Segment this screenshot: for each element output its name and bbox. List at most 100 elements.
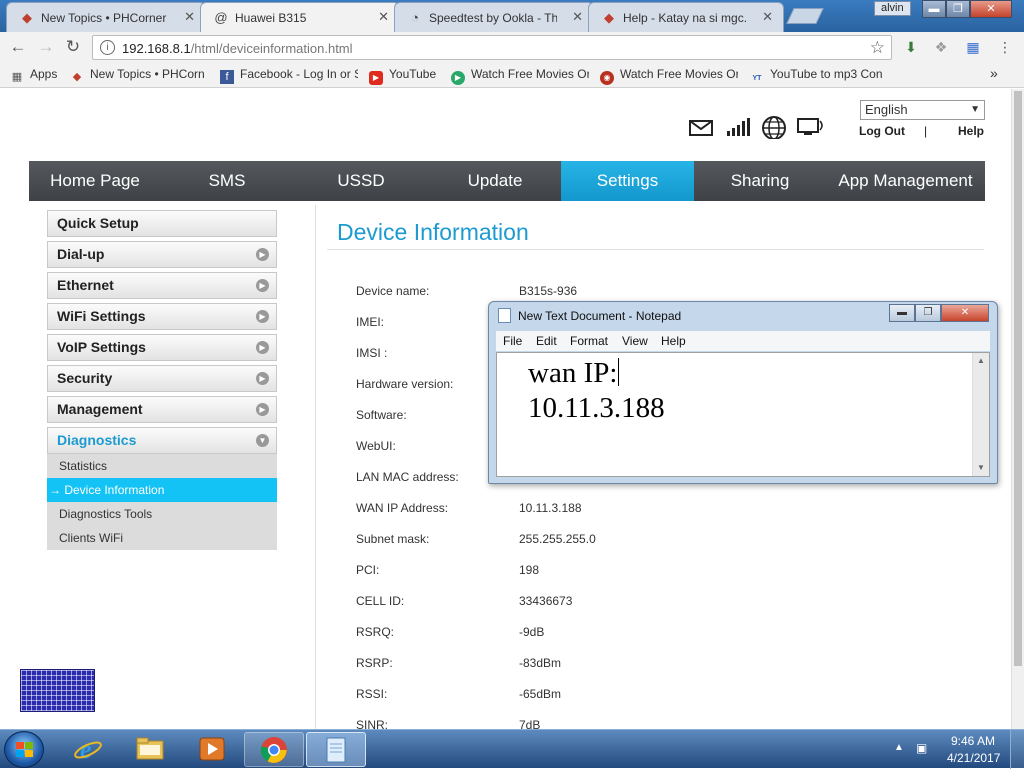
grid-widget-icon[interactable]	[20, 669, 95, 712]
dropdown-caret-icon: ▼	[970, 104, 980, 115]
notepad-menu-view[interactable]: View	[622, 334, 648, 348]
notepad-scrollbar[interactable]: ▲ ▼	[972, 353, 989, 476]
new-tab-button[interactable]	[786, 8, 824, 24]
minimize-button[interactable]: ▬	[922, 0, 946, 18]
info-value-sinr: 7dB	[519, 718, 541, 729]
notepad-menu-file[interactable]: File	[503, 334, 522, 348]
sidebar-subitem-diagnostics-tools[interactable]: Diagnostics Tools	[47, 502, 277, 526]
address-bar[interactable]: i 192.168.8.1/html/deviceinformation.htm…	[92, 35, 892, 60]
nav-ussd[interactable]: USSD	[293, 161, 429, 201]
signal-strength-icon	[727, 118, 750, 136]
nav-sms[interactable]: SMS	[161, 161, 293, 201]
bookmark-apps[interactable]: ▦ Apps	[10, 67, 58, 84]
notepad-window[interactable]: New Text Document - Notepad ▬ ❐ ✕ File E…	[488, 301, 998, 484]
close-icon[interactable]: ✕	[762, 9, 773, 25]
notepad-close-button[interactable]: ✕	[941, 304, 989, 322]
bookmark-facebook[interactable]: f Facebook - Log In or S	[220, 67, 358, 84]
window-close-button[interactable]: ✕	[970, 0, 1012, 18]
clock-date[interactable]: 4/21/2017	[947, 751, 1000, 765]
info-label-rsrq: RSRQ:	[356, 625, 395, 639]
chevron-right-icon: ▶	[256, 279, 269, 292]
media-player-icon[interactable]	[182, 732, 242, 767]
back-arrow-icon[interactable]: ←	[7, 36, 29, 58]
sidebar-item-voip-settings[interactable]: VoIP Settings ▶	[47, 334, 277, 361]
bookmark-star-icon[interactable]: ☆	[870, 38, 885, 58]
browser-tab-huawei[interactable]: @ Huawei B315 ✕	[200, 2, 400, 32]
nav-home-page[interactable]: Home Page	[29, 161, 161, 201]
nav-app-management[interactable]: App Management	[826, 161, 985, 201]
bookmark-watch-free-movies-1[interactable]: ▶ Watch Free Movies Or	[451, 67, 589, 85]
sidebar-item-management[interactable]: Management ▶	[47, 396, 277, 423]
sidebar-item-dial-up[interactable]: Dial-up ▶	[47, 241, 277, 268]
scrollbar-thumb[interactable]	[1014, 91, 1022, 666]
sidebar-item-wifi-settings[interactable]: WiFi Settings ▶	[47, 303, 277, 330]
chrome-icon[interactable]	[244, 732, 304, 767]
tray-expand-icon[interactable]: ▲	[894, 742, 904, 753]
notepad-maximize-button[interactable]: ❐	[915, 304, 941, 322]
logout-link[interactable]: Log Out	[859, 124, 905, 138]
close-icon[interactable]: ✕	[572, 9, 583, 25]
chevron-right-icon: ▶	[256, 403, 269, 416]
bookmark-watch-free-movies-2[interactable]: ◉ Watch Free Movies Or	[600, 67, 738, 85]
help-link[interactable]: Help	[958, 124, 984, 138]
notepad-menu-format[interactable]: Format	[570, 334, 608, 348]
notepad-title: New Text Document - Notepad	[518, 309, 682, 323]
menu-dots-icon[interactable]: ⋮	[996, 38, 1014, 56]
scroll-down-icon[interactable]: ▼	[973, 460, 989, 476]
close-icon[interactable]: ✕	[378, 9, 389, 25]
clock-time[interactable]: 9:46 AM	[951, 734, 995, 748]
notepad-menu-help[interactable]: Help	[661, 334, 686, 348]
sidebar-item-security[interactable]: Security ▶	[47, 365, 277, 392]
mp3-icon: YT	[752, 75, 762, 82]
bookmark-youtube[interactable]: ▶ YouTube	[369, 67, 436, 85]
page-scrollbar[interactable]	[1011, 89, 1024, 729]
info-label-lan-mac-address: LAN MAC address:	[356, 470, 459, 484]
extension-icon[interactable]: ❖	[932, 38, 950, 56]
sidebar-item-ethernet[interactable]: Ethernet ▶	[47, 272, 277, 299]
scroll-up-icon[interactable]: ▲	[973, 353, 989, 369]
sidebar-item-quick-setup[interactable]: Quick Setup	[47, 210, 277, 237]
sidebar-subitem-device-information[interactable]: → Device Information	[47, 478, 277, 502]
nav-settings[interactable]: Settings	[561, 161, 694, 201]
browser-tab-phcorner[interactable]: ◆ New Topics • PHCorner ✕	[6, 2, 206, 32]
nav-update[interactable]: Update	[429, 161, 561, 201]
language-select[interactable]: English ▼	[860, 100, 985, 120]
reload-icon[interactable]: ↻	[62, 36, 84, 58]
notepad-editor[interactable]: wan IP: 10.11.3.188 ▲ ▼	[496, 352, 990, 477]
nav-sharing[interactable]: Sharing	[694, 161, 826, 201]
info-label-subnet-mask: Subnet mask:	[356, 532, 430, 546]
browser-tab-speedtest[interactable]: ◔ Speedtest by Ookla - The ✕	[394, 2, 594, 32]
info-label-pci: PCI:	[356, 563, 380, 577]
bookmarks-overflow-button[interactable]: »	[990, 65, 998, 81]
bookmark-phcorner[interactable]: ◆ New Topics • PHCorn	[70, 67, 208, 84]
close-icon[interactable]: ✕	[184, 9, 195, 25]
sidebar-subitem-clients-wifi[interactable]: Clients WiFi	[47, 526, 277, 550]
info-icon[interactable]: i	[100, 40, 115, 55]
profile-button[interactable]: alvin	[874, 1, 911, 16]
windows-taskbar: e ▲ ▣ 9:46 AM 4/21/2017	[0, 729, 1024, 769]
download-icon[interactable]: ⬇	[902, 38, 920, 56]
sidebar-item-diagnostics[interactable]: Diagnostics ▼	[47, 427, 277, 454]
file-explorer-icon[interactable]	[120, 732, 180, 767]
show-desktop-button[interactable]	[1010, 730, 1024, 769]
envelope-icon[interactable]	[688, 115, 714, 139]
notepad-icon[interactable]	[306, 732, 366, 767]
notepad-titlebar[interactable]: New Text Document - Notepad ▬ ❐ ✕	[489, 302, 997, 329]
notepad-text[interactable]: wan IP: 10.11.3.188	[528, 356, 665, 426]
forward-arrow-icon[interactable]: →	[35, 36, 57, 58]
start-button[interactable]	[4, 731, 44, 768]
notepad-menu-edit[interactable]: Edit	[536, 334, 557, 348]
browser-tab-help[interactable]: ◆ Help - Katay na si mgc. s ✕	[588, 2, 784, 32]
network-icon[interactable]: ▣	[916, 741, 930, 755]
bookmark-youtube-mp3[interactable]: YT YouTube to mp3 Con	[750, 67, 888, 86]
play-circle-icon: ▶	[451, 71, 465, 85]
info-value-rsrq: -9dB	[519, 625, 545, 639]
internet-explorer-icon[interactable]: e	[58, 732, 118, 767]
maximize-button[interactable]: ❐	[946, 0, 970, 18]
info-label-wan-ip-address: WAN IP Address:	[356, 501, 449, 515]
translate-icon[interactable]: ▦	[964, 38, 982, 56]
chevron-down-icon: ▼	[256, 434, 269, 447]
speedtest-icon: ◔	[411, 10, 419, 25]
notepad-minimize-button[interactable]: ▬	[889, 304, 915, 322]
sidebar-subitem-statistics[interactable]: Statistics	[47, 454, 277, 478]
